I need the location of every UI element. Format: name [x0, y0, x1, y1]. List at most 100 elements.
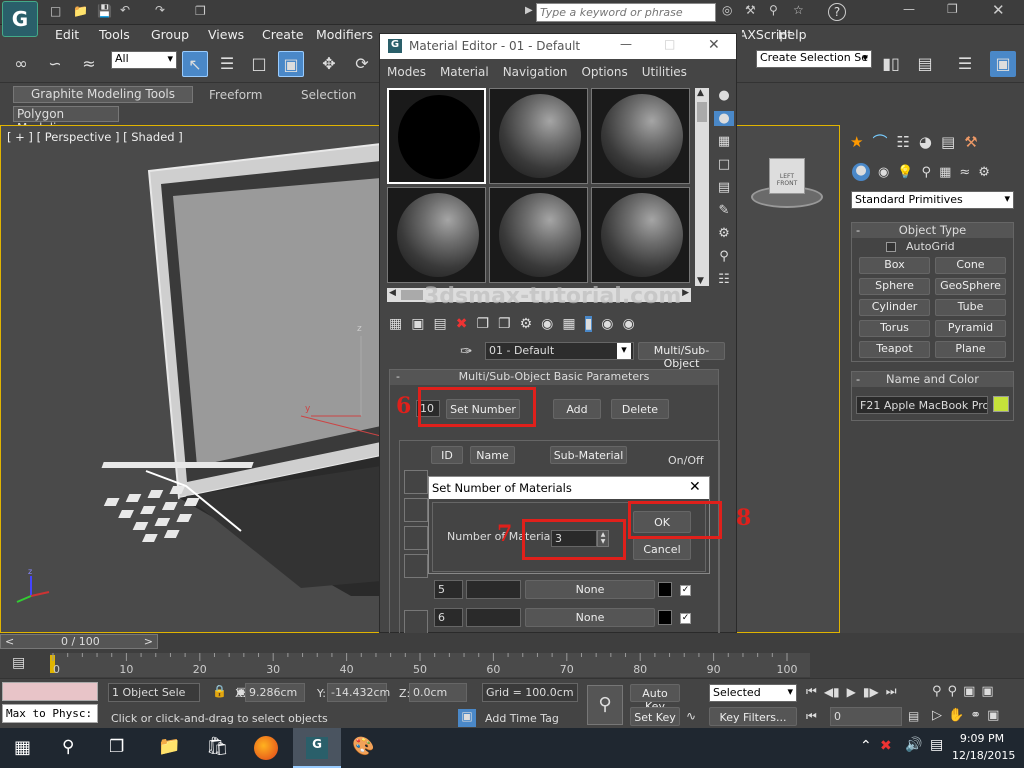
assign-to-selection-icon[interactable]: ▤	[433, 316, 446, 332]
scroll-thumb[interactable]	[697, 102, 707, 122]
key-selection-dropdown[interactable]: Selected ▾	[709, 684, 797, 702]
sample-slot-6[interactable]	[591, 187, 690, 283]
time-config-icon[interactable]: ▤	[908, 709, 919, 723]
sub-row-color-6[interactable]	[658, 610, 672, 625]
mini-curve-editor-icon[interactable]: ▤	[12, 655, 25, 671]
autogrid-checkbox[interactable]	[886, 242, 896, 252]
display-tab-icon[interactable]: ▤	[941, 133, 955, 151]
time-slider[interactable]: < 0 / 100 >	[0, 634, 158, 649]
modify-tab-icon[interactable]: ⌒	[872, 131, 887, 152]
sub-row-name-6[interactable]	[466, 608, 521, 627]
copy-material-icon[interactable]: ❐	[476, 316, 489, 332]
menu-edit[interactable]: Edit	[55, 27, 79, 42]
multi-sub-rollout-title[interactable]: - Multi/Sub-Object Basic Parameters	[390, 370, 718, 385]
sub-row-swatch-3[interactable]	[404, 526, 428, 550]
sub-row-swatch-4[interactable]	[404, 554, 428, 578]
show-hidden-icons-icon[interactable]: ⌃	[860, 738, 872, 754]
reset-map-icon[interactable]: ✖	[456, 316, 468, 332]
create-tab-icon[interactable]: ★	[850, 133, 863, 151]
scroll-down-icon[interactable]: ▼	[697, 276, 704, 286]
torus-button[interactable]: Torus	[859, 320, 930, 337]
zoom-all-icon[interactable]: ⚲	[948, 684, 958, 699]
scroll-right-icon[interactable]: ▶	[682, 288, 689, 298]
go-to-parent-icon[interactable]: ◉	[601, 316, 613, 332]
search-arrow-icon[interactable]: ▶	[525, 5, 533, 16]
task-view-icon[interactable]: ❐	[109, 737, 124, 757]
scroll-left-icon[interactable]: ◀	[389, 288, 396, 298]
maxscript-mini-listener[interactable]: Max to Physc:	[2, 704, 98, 723]
selection-filter-dropdown[interactable]: All ▾	[111, 51, 177, 69]
sample-slot-3[interactable]	[591, 88, 690, 184]
primitives-dropdown[interactable]: Standard Primitives ▾	[851, 191, 1014, 209]
ribbon-tab-freeform[interactable]: Freeform	[209, 88, 262, 102]
menu-group[interactable]: Group	[151, 27, 189, 42]
viewcube[interactable]: LEFT FRONT	[751, 156, 823, 211]
plane-button[interactable]: Plane	[935, 341, 1006, 358]
menu-modifiers[interactable]: Modifiers	[316, 27, 373, 42]
dialog-titlebar[interactable]: Set Number of Materials ✕	[429, 477, 709, 499]
zoom-extents-icon[interactable]: ▣	[963, 684, 975, 699]
sub-row-material-button-6[interactable]: None	[525, 608, 655, 627]
delete-button[interactable]: Delete	[611, 399, 669, 419]
maximize-viewport-icon[interactable]: ▣	[987, 708, 999, 723]
maximize-icon[interactable]: □	[664, 37, 675, 51]
move-icon[interactable]: ✥	[316, 51, 342, 77]
material-navigator-icon[interactable]: ☷	[714, 272, 734, 287]
add-button[interactable]: Add	[553, 399, 601, 419]
add-time-tag-button[interactable]: Add Time Tag	[482, 710, 578, 727]
project-folder-icon[interactable]: ❐	[195, 4, 206, 18]
volume-icon[interactable]: 🔊	[905, 737, 922, 753]
y-coordinate-field[interactable]: -14.432cm	[327, 683, 390, 702]
close-icon[interactable]: ✕	[689, 479, 701, 495]
close-icon[interactable]: ✕	[708, 37, 720, 53]
select-by-material-icon[interactable]: ⚲	[714, 249, 734, 264]
window-crossing-icon[interactable]: ▣	[278, 51, 304, 77]
layer-manager-icon[interactable]: ☰	[952, 51, 978, 77]
previous-frame-icon[interactable]: ◀▮	[824, 685, 840, 699]
get-material-icon[interactable]: ▦	[389, 316, 402, 332]
menu-help[interactable]: Help	[778, 27, 807, 42]
tools-icon[interactable]: ⚒	[745, 3, 756, 17]
field-of-view-icon[interactable]: ▷	[932, 708, 942, 723]
firefox-icon[interactable]	[254, 736, 278, 760]
time-slider-next-icon[interactable]: >	[144, 635, 153, 648]
search-input[interactable]	[536, 3, 716, 22]
key-icon[interactable]: ⚲	[769, 3, 778, 17]
sub-row-id-5[interactable]: 5	[434, 580, 463, 599]
me-menu-utilities[interactable]: Utilities	[642, 65, 687, 79]
named-selection-set-field[interactable]: Create Selection Se ▾	[756, 50, 872, 68]
time-slider-prev-icon[interactable]: <	[5, 635, 14, 648]
3dsmax-taskbar-button[interactable]: G	[293, 728, 341, 768]
pyramid-button[interactable]: Pyramid	[935, 320, 1006, 337]
paint-icon[interactable]: 🎨	[352, 736, 374, 757]
systems-icon[interactable]: ⚙	[978, 165, 990, 180]
minimize-icon[interactable]: —	[903, 2, 915, 16]
sample-slots-vscrollbar[interactable]: ▲ ▼	[695, 88, 709, 286]
cone-button[interactable]: Cone	[935, 257, 1006, 274]
link-icon[interactable]: ∞	[8, 51, 34, 77]
search-icon[interactable]: ⚲	[62, 737, 74, 757]
z-coordinate-field[interactable]: 0.0cm	[409, 683, 467, 702]
ribbon-toggle-icon[interactable]: ▣	[990, 51, 1016, 77]
auto-key-button[interactable]: Auto Key	[630, 684, 680, 713]
me-menu-navigation[interactable]: Navigation	[503, 65, 568, 79]
sub-row-onoff-5[interactable]: ✓	[680, 585, 691, 596]
zoom-icon[interactable]: ⚲	[932, 684, 942, 699]
store-icon[interactable]: 🛍	[206, 736, 229, 757]
uv-tiling-icon[interactable]: □	[714, 157, 734, 172]
bind-space-warp-icon[interactable]: ≈	[76, 51, 102, 77]
help-icon[interactable]: ?	[828, 3, 846, 21]
selection-lock-icon[interactable]: 🔒	[212, 684, 227, 698]
go-forward-to-sibling-icon[interactable]: ◉	[623, 316, 635, 332]
sub-row-color-5[interactable]	[658, 582, 672, 597]
object-color-swatch[interactable]	[993, 396, 1009, 412]
sub-row-id-6[interactable]: 6	[434, 608, 463, 627]
action-center-icon[interactable]: ▤	[930, 737, 943, 753]
shapes-icon[interactable]: ◉	[878, 165, 889, 180]
app-logo[interactable]: G	[2, 1, 38, 37]
default-tangents-icon[interactable]: ∿	[686, 709, 696, 723]
material-id-channel-icon[interactable]: ◉	[541, 316, 553, 332]
object-name-field[interactable]: F21 Apple MacBook Pro Dis	[856, 396, 988, 414]
geosphere-button[interactable]: GeoSphere	[935, 278, 1006, 295]
windows-start-icon[interactable]: ▦	[14, 737, 31, 758]
